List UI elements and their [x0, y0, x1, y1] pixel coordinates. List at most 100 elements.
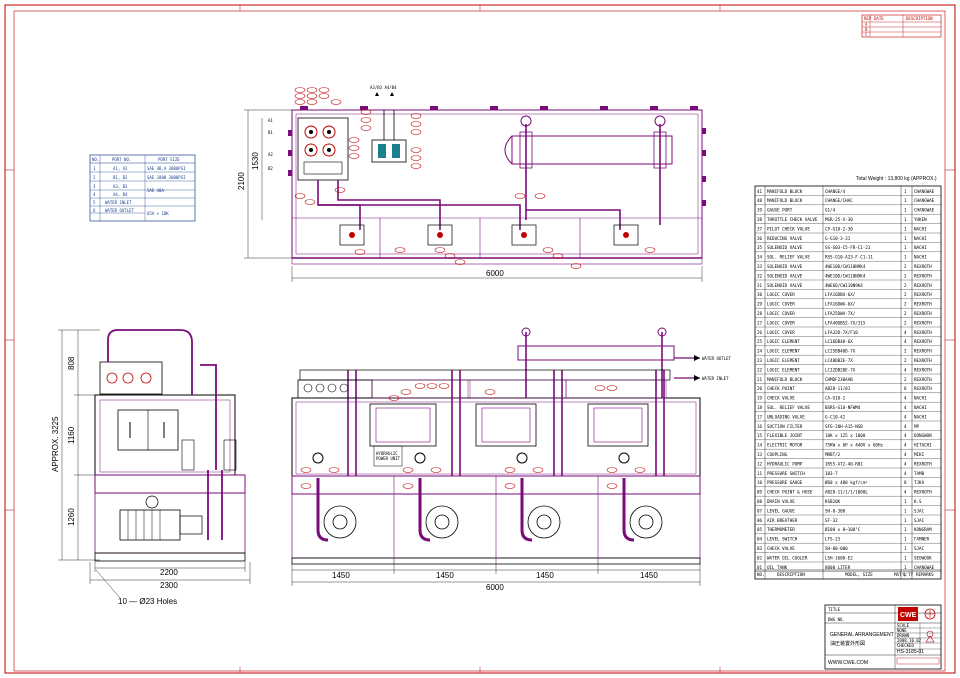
total-weight: Total Weight : 13,800 kg (APPROX.)	[856, 176, 937, 182]
bom-cell: AB20-11/1/1/1000L	[825, 490, 868, 495]
bom-cell: LFS-23	[825, 537, 841, 542]
bom-cell: 40	[757, 198, 763, 203]
rev-col-3: DESCRIPTION	[906, 16, 933, 21]
bom-cell: MIKI	[914, 452, 925, 457]
bom-cell: 33	[757, 264, 763, 269]
bom-cell: 4	[904, 367, 907, 372]
bom-cell: HITACHI	[914, 443, 932, 448]
bom-cell: REXROTH	[914, 292, 932, 297]
bom-cell: CHANGWAE	[914, 208, 935, 213]
front-spacing-dim: 1450	[332, 571, 350, 580]
bom-cell: 1	[904, 508, 907, 513]
port-label-a1: A1	[268, 118, 273, 123]
bom-cell: G-C10-42	[825, 414, 846, 419]
website: WWW.CWE.COM	[828, 660, 868, 666]
bom-cell: 18	[757, 405, 763, 410]
bom-cell: LC32DB20E-7X	[825, 367, 856, 372]
bom-cell: 23	[757, 358, 763, 363]
bom-cell: 11	[757, 471, 763, 476]
bom-cell: 35	[757, 245, 763, 250]
bom-cell: REXROTH	[914, 330, 932, 335]
bom-cell: 1	[904, 555, 907, 560]
port-row-port: WATER OUTLET	[105, 208, 134, 213]
port-row-size: SAE 4B,A 3000PSI	[147, 166, 186, 171]
bom-cell: SOL. RELIEF VALVE	[767, 255, 810, 260]
bom-cell: 75KW x 6P x 440V x 60Hz	[825, 443, 883, 448]
bom-cell: PRESSURE SWITCH	[767, 471, 805, 476]
bom-cell: 26	[757, 330, 763, 335]
bom-cell: CHECK VALVE	[767, 396, 795, 401]
bom-cell: BSRS-G10-NFWM4	[825, 405, 861, 410]
bom-cell: 29	[757, 302, 763, 307]
bom-cell: CHANGE/4	[825, 189, 846, 194]
bom-cell: 2	[904, 349, 907, 354]
bom-cell: LEVEL SWITCH	[767, 537, 798, 542]
bom-cell: REXROTH	[914, 320, 932, 325]
port-row-port: A4, B4	[113, 192, 128, 197]
bom-cell: MANIFOLD BLOCK	[767, 189, 803, 194]
bom-cell: 2	[904, 273, 907, 278]
bom-cell: CP-G10-2-30	[825, 226, 853, 231]
bom-cell: LEVEL GAUGE	[767, 508, 795, 513]
bom-cell: REXROTH	[914, 339, 932, 344]
port-label-a3b4: A3/B3 A4/B4	[370, 85, 397, 90]
bom-cell: 32	[757, 273, 763, 278]
bom-cell: MANIFOLD BLOCK	[767, 198, 803, 203]
port-row-no: 5	[93, 200, 96, 205]
bom-cell: 4	[904, 443, 907, 448]
end-outer-width-dim: 2300	[160, 581, 178, 590]
port-row-port: B1, B2	[113, 175, 128, 180]
port-row-port: WATER INLET	[105, 200, 132, 205]
bom-cell: CHANGWAE	[914, 189, 935, 194]
bom-cell: SOLENOID VALVE	[767, 245, 803, 250]
plan-inner-height-dim: 1530	[251, 152, 260, 170]
bom-cell: 31	[757, 283, 763, 288]
bom-cell: COUPLING	[767, 452, 788, 457]
bom-cell: 08	[757, 499, 763, 504]
bom-cell: 4	[904, 339, 907, 344]
title-kr: 油圧装置外形図	[830, 640, 865, 647]
end-motor	[119, 509, 181, 541]
bom-cell: LFA40DBS2-7X/315	[825, 320, 866, 325]
bom-cell: 04	[757, 537, 763, 542]
bom-cell: TAMB	[914, 471, 925, 476]
bom-cell: AB20-11/01	[825, 386, 851, 391]
bom-cell: 4WE10D/CW110N9K4	[825, 264, 866, 269]
port-row-port: A3, B3	[113, 184, 128, 189]
bom-cell: AIR BREATHER	[767, 518, 798, 523]
bom-cell: FLEXIBLE JOINT	[767, 433, 803, 438]
bom-cell: 1R55-A72-40-R01	[825, 461, 863, 466]
bom-cell: SJAC	[914, 518, 925, 523]
bom-cell: SJAC	[914, 546, 925, 551]
bom-cell: CHANGWAE	[914, 198, 935, 203]
bom-cell: 4	[904, 396, 907, 401]
bom-cell: 4	[904, 424, 907, 429]
bom-cell: SOLENOID VALVE	[767, 264, 803, 269]
revision-block: REV DATE DESCRIPTION A B C	[861, 14, 942, 38]
bom-cell: 1	[904, 189, 907, 194]
plan-view: A1 B1 A2 B2 A3/B3 A4/B4 6000 2100 1530	[237, 85, 706, 282]
bom-cell: 1	[904, 255, 907, 260]
bom-cell: REXROTH	[914, 283, 932, 288]
front-spacing-dim: 1450	[436, 571, 454, 580]
bom-cell: LOGIC COVER	[767, 320, 795, 325]
bom-cell: 38	[757, 217, 763, 222]
water-outlet-label: WATER OUTLET	[702, 356, 731, 361]
dwg-no-label: DWG NO.	[828, 617, 845, 622]
bom-cell: KSB20K	[825, 499, 841, 504]
end-mid-dim: 1160	[67, 426, 76, 444]
bom-cell: 22	[757, 367, 763, 372]
bom-cell: SF-32	[825, 518, 838, 523]
company-logo: CWE	[898, 607, 936, 621]
bom-cell: 2	[904, 292, 907, 297]
bom-cell: REXROTH	[914, 490, 932, 495]
drawing-sheet: REV DATE DESCRIPTION A B C A1 B1 A2 B2 A…	[4, 4, 956, 674]
bom-cell: RSS-G10-A23-F-C1-11	[825, 255, 873, 260]
plan-pump-heads	[349, 232, 629, 238]
plan-height-dim: 2100	[237, 172, 246, 190]
bom-cell: GAUGE PORT	[767, 208, 793, 213]
bom-cell: 1	[904, 499, 907, 504]
bom-table: Total Weight : 13,800 kg (APPROX.) 4 1 MAN…	[754, 176, 942, 580]
bom-cell: SFG-28H-A15-NSB	[825, 424, 863, 429]
bom-cell: REXROTH	[914, 264, 932, 269]
